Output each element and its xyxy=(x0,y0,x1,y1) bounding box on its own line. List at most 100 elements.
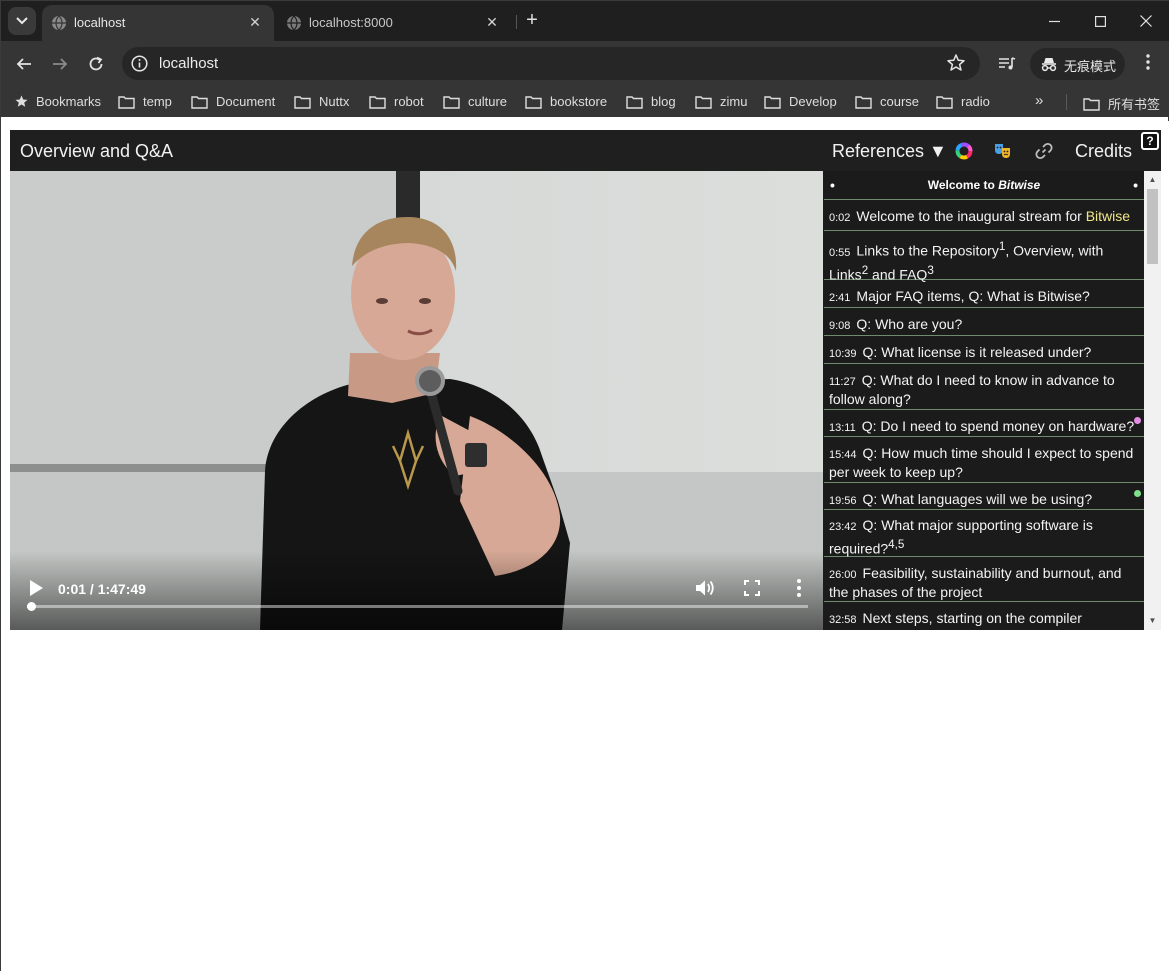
more-vertical-icon[interactable] xyxy=(794,578,804,598)
chapter-marker[interactable]: 23:42 Q: What major supporting software i… xyxy=(824,511,1144,557)
volume-icon[interactable] xyxy=(695,579,715,597)
bookmark-folder-document[interactable]: Document xyxy=(191,94,275,109)
color-wheel-icon[interactable] xyxy=(955,142,973,160)
progress-handle[interactable] xyxy=(27,602,36,611)
bookmark-folder-label: course xyxy=(880,94,920,109)
scroll-down-arrow[interactable]: ▼ xyxy=(1148,617,1157,625)
folder-icon xyxy=(626,95,643,109)
chapter-timestamp: 11:27 xyxy=(829,376,856,388)
video-frame[interactable]: 0:01 / 1:47:49 xyxy=(10,171,823,630)
bookmark-star-icon[interactable] xyxy=(946,53,966,73)
maximize-icon xyxy=(1094,15,1106,27)
address-bar[interactable]: localhost xyxy=(122,47,980,80)
chapter-title: Links to the Repository xyxy=(856,242,999,259)
minimize-button[interactable] xyxy=(1031,1,1077,41)
reload-button[interactable] xyxy=(83,51,109,77)
new-tab-button[interactable]: + xyxy=(521,9,543,31)
references-menu[interactable]: References ▼ xyxy=(832,141,947,162)
tab-title: localhost xyxy=(74,15,126,30)
bookmark-folder-label: Develop xyxy=(789,94,837,109)
bookmarks-button[interactable]: Bookmarks xyxy=(14,94,101,109)
scrollbar-thumb[interactable] xyxy=(1147,189,1158,264)
tab-localhost-8000[interactable]: localhost:8000 ✕ xyxy=(277,5,511,41)
video-progress-bar[interactable] xyxy=(27,602,808,611)
media-control-icon[interactable] xyxy=(997,54,1017,74)
chapter-marker[interactable]: 2:41 Major FAQ items, Q: What is Bitwise? xyxy=(824,281,1144,308)
bookmark-folder-label: zimu xyxy=(720,94,748,109)
bookmark-folder-nuttx[interactable]: Nuttx xyxy=(294,94,349,109)
all-bookmarks-folder[interactable]: 所有书签 xyxy=(1083,94,1160,113)
chapter-title: Q: How much time should I expect to spen… xyxy=(829,445,1134,480)
chevron-down-icon xyxy=(16,17,28,25)
bookmark-folder-radio[interactable]: radio xyxy=(936,94,990,109)
chapter-marker[interactable]: 32:58 Next steps, starting on the compile… xyxy=(824,603,1144,630)
more-bookmarks-button[interactable]: » xyxy=(1035,92,1043,109)
credits-button[interactable]: Credits xyxy=(1075,141,1132,162)
site-info-icon[interactable] xyxy=(131,55,148,72)
tab-localhost[interactable]: localhost ✕ xyxy=(42,5,274,41)
bookmarks-separator xyxy=(1066,94,1067,110)
bookmark-folder-develop[interactable]: Develop xyxy=(764,94,837,109)
play-icon[interactable] xyxy=(28,579,44,597)
fullscreen-icon[interactable] xyxy=(744,580,760,596)
arrow-right-icon xyxy=(53,58,68,70)
close-icon[interactable]: ✕ xyxy=(246,13,264,31)
tab-separator xyxy=(516,15,517,29)
browser-window: localhost ✕ localhost:8000 ✕ + localhost… xyxy=(0,0,1169,972)
tab-title: localhost:8000 xyxy=(309,15,393,30)
back-button[interactable] xyxy=(11,51,37,77)
tab-search-button[interactable] xyxy=(8,7,36,35)
chapter-marker[interactable]: 0:02 Welcome to the inaugural stream for … xyxy=(824,201,1144,231)
chapter-marker[interactable]: 26:00 Feasibility, sustainability and bur… xyxy=(824,558,1144,602)
markers-scrollbar[interactable]: ▲ ▼ xyxy=(1144,171,1161,630)
globe-icon xyxy=(287,15,301,31)
forward-button[interactable] xyxy=(47,51,73,77)
video-time: 0:01 / 1:47:49 xyxy=(58,581,146,597)
chapter-timestamp: 10:39 xyxy=(829,348,857,360)
bookmark-folder-course[interactable]: course xyxy=(855,94,919,109)
chapter-timestamp: 23:42 xyxy=(829,521,857,533)
help-button[interactable]: ? xyxy=(1141,132,1159,150)
bookmark-folder-blog[interactable]: blog xyxy=(626,94,676,109)
all-bookmarks-label: 所有书签 xyxy=(1108,97,1161,112)
folder-icon xyxy=(936,95,953,109)
maximize-button[interactable] xyxy=(1077,1,1123,41)
bookmark-folder-robot[interactable]: robot xyxy=(369,94,424,109)
chapter-marker[interactable]: 11:27 Q: What do I need to know in advanc… xyxy=(824,365,1144,410)
scroll-up-arrow[interactable]: ▲ xyxy=(1148,176,1157,184)
chapter-title: Q: What do I need to know in advance to … xyxy=(829,372,1115,407)
theater-masks-icon[interactable] xyxy=(993,141,1013,161)
heading-bullet: • xyxy=(1133,177,1138,193)
chapter-marker[interactable]: 19:56 Q: What languages will we be using? xyxy=(824,484,1144,510)
bookmark-folder-label: Document xyxy=(216,94,276,109)
folder-icon xyxy=(294,95,311,109)
heading-text: Welcome to xyxy=(927,178,999,192)
chapter-marker[interactable]: 0:55 Links to the Repository1, Overview, … xyxy=(824,232,1144,283)
chapter-marker[interactable]: 10:39 Q: What license is it released unde… xyxy=(824,337,1144,364)
reference-number: 3 xyxy=(927,263,934,277)
chapter-title: and FAQ xyxy=(868,266,928,283)
bookmark-folder-temp[interactable]: temp xyxy=(118,94,172,109)
more-vertical-icon xyxy=(1146,54,1150,70)
close-icon[interactable]: ✕ xyxy=(483,13,501,31)
bookmark-folder-zimu[interactable]: zimu xyxy=(695,94,747,109)
url-text[interactable]: localhost xyxy=(159,55,218,72)
bookmark-folder-bookstore[interactable]: bookstore xyxy=(525,94,607,109)
bookmark-folder-culture[interactable]: culture xyxy=(443,94,507,109)
chapter-title: Q: Do I need to spend money on hardware? xyxy=(861,418,1135,434)
chapter-marker[interactable]: 15:44 Q: How much time should I expect to… xyxy=(824,438,1144,483)
chapter-marker[interactable]: 9:08 Q: Who are you? xyxy=(824,309,1144,336)
reference-number: 4,5 xyxy=(888,538,905,551)
window-close-button[interactable] xyxy=(1123,1,1169,41)
bookmark-folder-label: radio xyxy=(961,94,990,109)
chapter-timestamp: 2:41 xyxy=(829,292,851,304)
folder-icon xyxy=(855,95,872,109)
video-player-container: Overview and Q&A References ▼ Credits 0:… xyxy=(10,130,1161,630)
chapter-timestamp: 9:08 xyxy=(829,320,851,332)
browser-menu-button[interactable] xyxy=(1138,53,1158,75)
heading-bullet: • xyxy=(830,177,835,193)
chapter-timestamp: 13:11 xyxy=(829,422,856,434)
incognito-indicator[interactable]: 无痕模式 xyxy=(1030,48,1125,80)
link-icon[interactable] xyxy=(1034,141,1054,161)
chapter-marker[interactable]: 13:11 Q: Do I need to spend money on hard… xyxy=(824,411,1144,437)
